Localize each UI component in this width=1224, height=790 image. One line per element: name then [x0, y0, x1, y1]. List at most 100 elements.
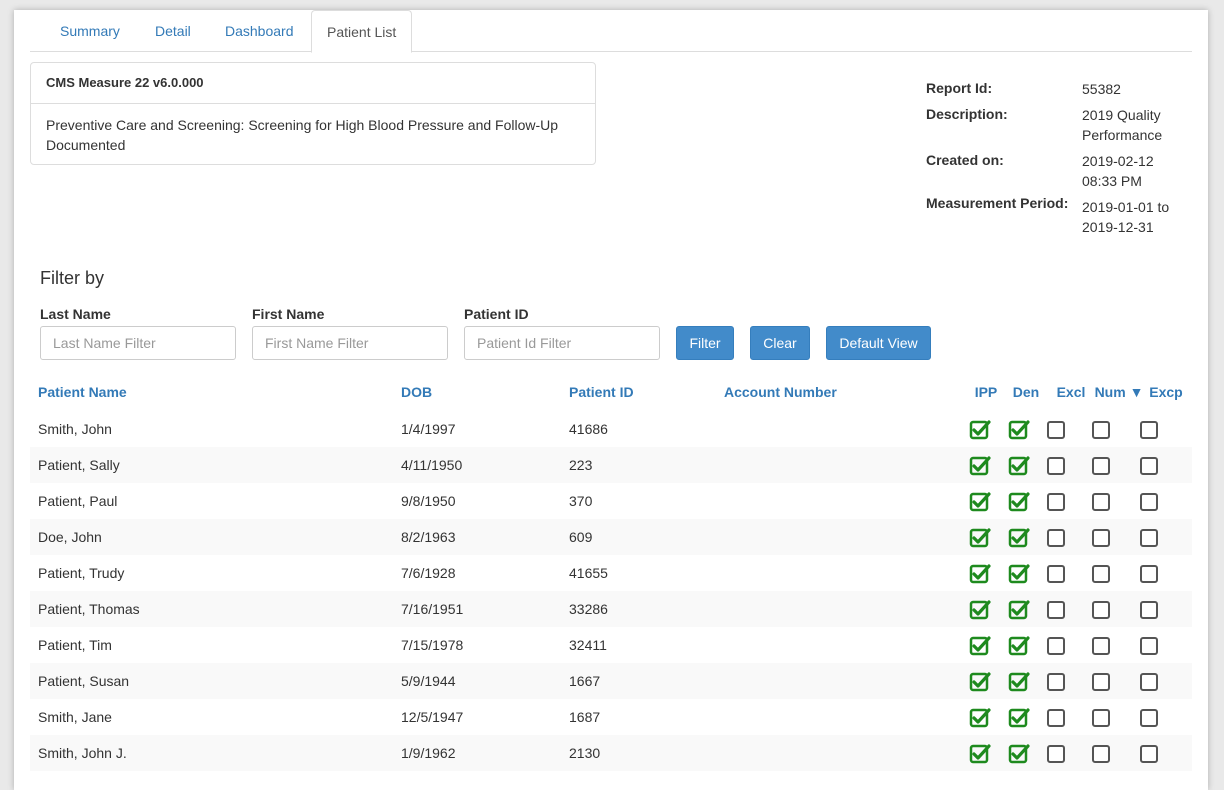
- den-checked-icon[interactable]: [1008, 743, 1030, 765]
- num-checkbox[interactable]: [1092, 493, 1110, 511]
- den-checked-icon[interactable]: [1008, 599, 1030, 621]
- num-checkbox[interactable]: [1092, 709, 1110, 727]
- description-label: Description:: [926, 106, 1008, 122]
- default-view-button[interactable]: Default View: [826, 326, 931, 360]
- den-checked-icon[interactable]: [1008, 563, 1030, 585]
- table-row[interactable]: Doe, John 8/2/1963 609: [30, 519, 1192, 555]
- ipp-checked-icon[interactable]: [969, 527, 991, 549]
- patient-name-cell: Patient, Trudy: [38, 565, 125, 581]
- num-checkbox[interactable]: [1092, 421, 1110, 439]
- excl-checkbox[interactable]: [1047, 493, 1065, 511]
- ipp-checked-icon[interactable]: [969, 599, 991, 621]
- measure-description: Preventive Care and Screening: Screening…: [46, 117, 559, 153]
- ipp-checked-icon[interactable]: [969, 707, 991, 729]
- dob-cell: 9/8/1950: [401, 493, 456, 509]
- excp-checkbox[interactable]: [1140, 421, 1158, 439]
- col-header-account-number[interactable]: Account Number: [724, 384, 837, 400]
- tab-detail[interactable]: Detail: [140, 10, 206, 52]
- den-checked-icon[interactable]: [1008, 491, 1030, 513]
- den-checked-icon[interactable]: [1008, 527, 1030, 549]
- period-label: Measurement Period:: [926, 195, 1069, 211]
- table-row[interactable]: Patient, Sally 4/11/1950 223: [30, 447, 1192, 483]
- clear-button[interactable]: Clear: [750, 326, 810, 360]
- patient-id-cell: 32411: [569, 637, 607, 653]
- col-header-patient-name[interactable]: Patient Name: [38, 384, 127, 400]
- excp-checkbox[interactable]: [1140, 601, 1158, 619]
- excl-checkbox[interactable]: [1047, 457, 1065, 475]
- excl-checkbox[interactable]: [1047, 565, 1065, 583]
- col-header-excp[interactable]: Excp: [1146, 384, 1186, 400]
- patient-name-cell: Smith, Jane: [38, 709, 112, 725]
- patient-id-cell: 41686: [569, 421, 608, 437]
- excp-checkbox[interactable]: [1140, 745, 1158, 763]
- patient-name-cell: Patient, Sally: [38, 457, 120, 473]
- col-header-dob[interactable]: DOB: [401, 384, 432, 400]
- last-name-input[interactable]: [40, 326, 236, 360]
- patient-id-cell: 41655: [569, 565, 608, 581]
- table-row[interactable]: Smith, John 1/4/1997 41686: [30, 411, 1192, 447]
- ipp-checked-icon[interactable]: [969, 635, 991, 657]
- patient-id-label: Patient ID: [464, 306, 529, 322]
- ipp-checked-icon[interactable]: [969, 419, 991, 441]
- num-checkbox[interactable]: [1092, 745, 1110, 763]
- den-checked-icon[interactable]: [1008, 419, 1030, 441]
- num-checkbox[interactable]: [1092, 529, 1110, 547]
- patient-id-cell: 1687: [569, 709, 601, 725]
- num-checkbox[interactable]: [1092, 565, 1110, 583]
- tab-patient-list[interactable]: Patient List: [311, 10, 413, 53]
- col-header-excl[interactable]: Excl: [1051, 384, 1091, 400]
- excl-checkbox[interactable]: [1047, 421, 1065, 439]
- table-row[interactable]: Patient, Paul 9/8/1950 370: [30, 483, 1192, 519]
- description-value: 2019 Quality Performance: [1082, 107, 1163, 143]
- col-header-patient-id[interactable]: Patient ID: [569, 384, 634, 400]
- den-checked-icon[interactable]: [1008, 671, 1030, 693]
- ipp-checked-icon[interactable]: [969, 455, 991, 477]
- excp-checkbox[interactable]: [1140, 673, 1158, 691]
- excl-checkbox[interactable]: [1047, 673, 1065, 691]
- excl-checkbox[interactable]: [1047, 745, 1065, 763]
- excp-checkbox[interactable]: [1140, 565, 1158, 583]
- num-checkbox[interactable]: [1092, 673, 1110, 691]
- patient-name-cell: Doe, John: [38, 529, 102, 545]
- tab-summary[interactable]: Summary: [45, 10, 135, 52]
- tab-dashboard[interactable]: Dashboard: [210, 10, 309, 52]
- table-row[interactable]: Patient, Tim 7/15/1978 32411: [30, 627, 1192, 663]
- col-header-den[interactable]: Den: [1006, 384, 1046, 400]
- num-checkbox[interactable]: [1092, 601, 1110, 619]
- den-checked-icon[interactable]: [1008, 635, 1030, 657]
- table-row[interactable]: Smith, John J. 1/9/1962 2130: [30, 735, 1192, 771]
- excl-checkbox[interactable]: [1047, 709, 1065, 727]
- excl-checkbox[interactable]: [1047, 529, 1065, 547]
- col-header-num[interactable]: Num ▼: [1094, 384, 1144, 400]
- table-row[interactable]: Smith, Jane 12/5/1947 1687: [30, 699, 1192, 735]
- table-row[interactable]: Patient, Susan 5/9/1944 1667: [30, 663, 1192, 699]
- num-checkbox[interactable]: [1092, 637, 1110, 655]
- excp-checkbox[interactable]: [1140, 457, 1158, 475]
- den-checked-icon[interactable]: [1008, 707, 1030, 729]
- ipp-checked-icon[interactable]: [969, 563, 991, 585]
- patient-id-input[interactable]: [464, 326, 660, 360]
- table-row[interactable]: Patient, Trudy 7/6/1928 41655: [30, 555, 1192, 591]
- dob-cell: 12/5/1947: [401, 709, 464, 725]
- col-header-ipp[interactable]: IPP: [966, 384, 1006, 400]
- ipp-checked-icon[interactable]: [969, 743, 991, 765]
- excp-checkbox[interactable]: [1140, 493, 1158, 511]
- ipp-checked-icon[interactable]: [969, 671, 991, 693]
- excl-checkbox[interactable]: [1047, 637, 1065, 655]
- den-checked-icon[interactable]: [1008, 455, 1030, 477]
- excp-checkbox[interactable]: [1140, 529, 1158, 547]
- first-name-input[interactable]: [252, 326, 448, 360]
- dob-cell: 5/9/1944: [401, 673, 456, 689]
- excp-checkbox[interactable]: [1140, 709, 1158, 727]
- last-name-label: Last Name: [40, 306, 111, 322]
- dob-cell: 8/2/1963: [401, 529, 456, 545]
- patient-name-cell: Patient, Thomas: [38, 601, 140, 617]
- excp-checkbox[interactable]: [1140, 637, 1158, 655]
- ipp-checked-icon[interactable]: [969, 491, 991, 513]
- table-row[interactable]: Patient, Thomas 7/16/1951 33286: [30, 591, 1192, 627]
- excl-checkbox[interactable]: [1047, 601, 1065, 619]
- patient-id-cell: 1667: [569, 673, 601, 689]
- patient-name-cell: Smith, John J.: [38, 745, 127, 761]
- filter-button[interactable]: Filter: [676, 326, 734, 360]
- num-checkbox[interactable]: [1092, 457, 1110, 475]
